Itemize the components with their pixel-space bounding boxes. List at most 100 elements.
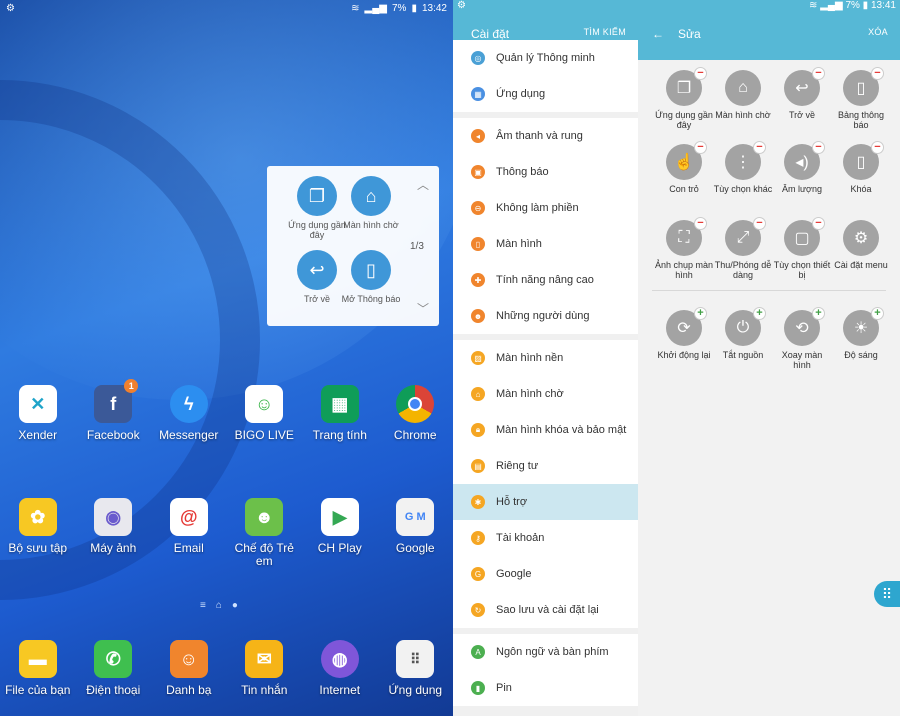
remove-icon[interactable]: − <box>812 141 825 154</box>
edit-item-zoom[interactable]: ⤢ − Thu/Phóng dễ dàng <box>713 217 773 280</box>
settings-item-label: Màn hình khóa và bảo mật <box>496 424 627 436</box>
edit-item-menu-settings[interactable]: ⚙ Cài đặt menu <box>831 220 891 270</box>
app-google-folder[interactable]: G M Google <box>378 498 453 568</box>
google-folder-icon: G M <box>396 498 435 536</box>
settings-item-advanced[interactable]: ✚ Tính năng nâng cao <box>453 262 638 298</box>
edit-item-back[interactable]: ↩ − Trở về <box>772 67 832 120</box>
app-drawer[interactable]: ⠿ Ứng dụng <box>378 640 453 697</box>
assistant-notifications[interactable]: ▯ Mở Thông báo <box>334 250 408 304</box>
settings-item-dnd[interactable]: ⊖ Không làm phiền <box>453 190 638 226</box>
remove-icon[interactable]: − <box>871 67 884 80</box>
settings-item-label: Tài khoản <box>496 532 545 544</box>
search-button[interactable]: TÌM KIẾM <box>584 27 626 37</box>
remove-icon[interactable]: − <box>753 217 766 230</box>
app-chrome[interactable]: Chrome <box>378 385 453 442</box>
settings-item-label: Tính năng nâng cao <box>496 274 594 286</box>
assistant-menu-button[interactable]: ⠿ <box>874 581 900 607</box>
display-icon: ▯ <box>471 237 485 251</box>
app-facebook[interactable]: f 1 Facebook <box>76 379 151 442</box>
chevron-up-icon[interactable]: ︿ <box>417 176 429 193</box>
settings-item-apps[interactable]: ▦ Ứng dụng <box>453 76 638 112</box>
app-bigo-live[interactable]: ☺ BIGO LIVE <box>227 385 302 442</box>
app-messages[interactable]: ✉ Tin nhắn <box>227 640 302 697</box>
wallpaper-icon: ▨ <box>471 351 485 365</box>
edit-item-rotate[interactable]: ⟲ + Xoay màn hình <box>772 307 832 370</box>
edit-item-lock[interactable]: ▯ − Khóa <box>831 141 891 194</box>
google-icon: G <box>471 567 485 581</box>
app-xender[interactable]: ✕ Xender <box>0 385 75 442</box>
settings-item-wallpaper[interactable]: ▨ Màn hình nền <box>453 340 638 376</box>
remove-icon[interactable]: − <box>812 67 825 80</box>
home-icon: ⌂ <box>471 387 485 401</box>
edit-item-device-options[interactable]: ▢ − Tùy chọn thiết bị <box>772 217 832 280</box>
assistant-home[interactable]: ⌂ Màn hình chờ <box>334 176 408 230</box>
edit-item-home[interactable]: ⌂ Màn hình chờ <box>713 70 773 120</box>
back-arrow-icon[interactable]: ← <box>652 27 664 41</box>
delete-button[interactable]: XÓA <box>868 27 888 37</box>
more-options-icon: ⋮ − <box>725 141 766 180</box>
remove-icon[interactable]: − <box>694 141 707 154</box>
recent-apps-icon: ❐ <box>297 176 337 216</box>
chevron-down-icon[interactable]: ﹀ <box>417 300 429 317</box>
remove-icon[interactable]: − <box>871 141 884 154</box>
add-icon[interactable]: + <box>694 307 707 320</box>
app-label: Máy ảnh <box>90 541 137 555</box>
settings-item-display[interactable]: ▯ Màn hình <box>453 226 638 262</box>
settings-item-backup-reset[interactable]: ↻ Sao lưu và cài đặt lại <box>453 592 638 628</box>
edit-item-brightness[interactable]: ☀ + Độ sáng <box>831 307 891 360</box>
app-internet[interactable]: ◍ Internet <box>302 640 377 697</box>
app-camera[interactable]: ◉ Máy ảnh <box>76 498 151 568</box>
assistant-item-label: Màn hình chờ <box>343 220 399 230</box>
app-label: Facebook <box>86 428 140 442</box>
edit-appbar: ≋ ▂▄▆ 7% ▮ 13:41 ← Sửa XÓA <box>638 0 900 60</box>
settings-item-language[interactable]: A Ngôn ngữ và bàn phím <box>453 634 638 670</box>
app-play-store[interactable]: ▶ CH Play <box>302 498 377 568</box>
battery-level: 7% <box>392 2 407 14</box>
app-label: Bộ sưu tập <box>8 541 68 555</box>
edit-item-cursor[interactable]: ☝ − Con trỏ <box>654 141 714 194</box>
settings-item-accounts[interactable]: ⚷ Tài khoản <box>453 520 638 556</box>
edit-item-label: Độ sáng <box>844 350 878 360</box>
edit-item-power-off[interactable]: ⏻ + Tắt nguồn <box>713 307 773 360</box>
remove-icon[interactable]: − <box>753 141 766 154</box>
edit-item-recent-apps[interactable]: ❐ − Ứng dụng gần đây <box>654 67 714 130</box>
add-icon[interactable]: + <box>871 307 884 320</box>
signal-icon: ▂▄▆ <box>820 0 843 11</box>
edit-item-restart[interactable]: ⟳ + Khởi động lại <box>654 307 714 360</box>
settings-item-label: Ứng dụng <box>496 88 546 100</box>
settings-item-users[interactable]: ☻ Những người dùng <box>453 298 638 334</box>
settings-item-privacy[interactable]: ▤ Riêng tư <box>453 448 638 484</box>
settings-item-home-screen[interactable]: ⌂ Màn hình chờ <box>453 376 638 412</box>
menu-lines-icon: ≡ <box>200 600 206 611</box>
app-row-1: ✕ Xender f 1 Facebook ϟ Messenger ☺ BIGO LIVE… <box>0 379 453 442</box>
remove-icon[interactable]: − <box>812 217 825 230</box>
add-icon[interactable]: + <box>812 307 825 320</box>
edit-item-screenshot[interactable]: ⛶ − Ảnh chụp màn hình <box>654 217 714 280</box>
page-dots[interactable]: ≡ ⌂ ● <box>200 600 238 611</box>
folder-icon: ▬ <box>18 640 57 678</box>
edit-item-more-options[interactable]: ⋮ − Tùy chọn khác <box>713 141 773 194</box>
facebook-icon: f1 <box>94 379 139 423</box>
app-messenger[interactable]: ϟ Messenger <box>151 385 226 442</box>
remove-icon[interactable]: − <box>694 217 707 230</box>
settings-item-battery[interactable]: ▮ Pin <box>453 670 638 706</box>
settings-item-accessibility[interactable]: ✱ Hỗ trợ <box>453 484 638 520</box>
app-sheets[interactable]: ▦ Trang tính <box>302 385 377 442</box>
settings-item-sound[interactable]: ◂ Âm thanh và rung <box>453 118 638 154</box>
messages-icon: ✉ <box>245 640 284 678</box>
app-email[interactable]: @ Email <box>151 498 226 568</box>
app-gallery[interactable]: ✿ Bộ sưu tập <box>0 498 75 568</box>
settings-item-google[interactable]: G Google <box>453 556 638 592</box>
remove-icon[interactable]: − <box>694 67 707 80</box>
add-icon[interactable]: + <box>753 307 766 320</box>
settings-item-lock-security[interactable]: 🔒︎ Màn hình khóa và bảo mật <box>453 412 638 448</box>
edit-item-volume[interactable]: ◂) − Âm lượng <box>772 141 832 194</box>
app-contacts[interactable]: ☺ Danh bạ <box>151 640 226 697</box>
edit-item-notification-panel[interactable]: ▯ − Bảng thông báo <box>831 67 891 130</box>
brightness-icon: ☀ + <box>843 307 884 346</box>
app-my-files[interactable]: ▬ File của bạn <box>0 640 75 697</box>
app-kids-mode[interactable]: ☻ Chế độ Trẻ em <box>227 498 302 568</box>
settings-item-notifications[interactable]: ▣ Thông báo <box>453 154 638 190</box>
app-phone[interactable]: ✆ Điện thoại <box>76 640 151 697</box>
settings-item-smart-manager[interactable]: ◎ Quản lý Thông minh <box>453 40 638 76</box>
